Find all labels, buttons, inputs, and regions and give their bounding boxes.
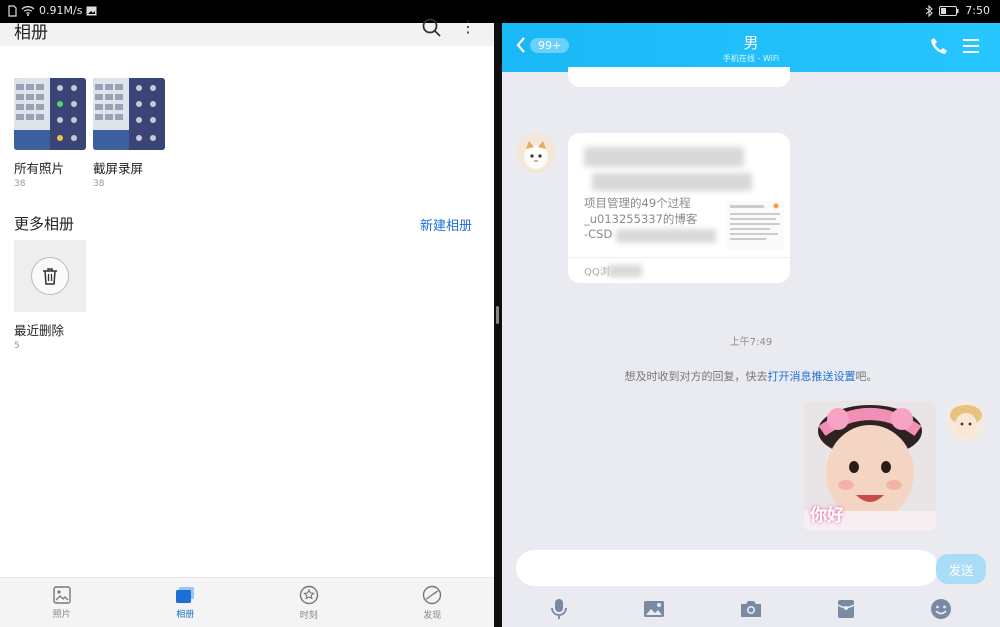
gallery-pane: 相册 ⋮ 所有照片 38 截屏录屏 38 更多相册 新建相册 最近删除 5 照片… [0,17,494,627]
image-icon[interactable] [643,600,665,618]
card-divider [568,257,790,258]
card-line: 项目管理的49个过程 [584,196,691,210]
card-line: -CSD [584,227,613,241]
album-count: 5 [14,341,20,351]
sim-card-icon [8,4,17,17]
blurred-text [592,173,752,191]
menu-icon[interactable] [962,38,980,54]
clock: 7:50 [965,4,990,17]
nav-label: 照片 [52,609,71,620]
album-count: 38 [14,179,26,189]
chat-pane: 99+ 男 手机在线 - WiFi 项目管理的49个过程 _u013255337… [502,23,1000,627]
message-composer: 发送 [516,550,986,586]
battery-icon [939,5,959,16]
discover-icon [423,585,442,604]
nav-tab-discover[interactable]: 发现 [371,578,495,627]
camera-icon[interactable] [740,600,762,618]
sticker-caption: 你好 [810,506,844,526]
new-album-button[interactable]: 新建相册 [420,215,472,234]
emoji-icon[interactable] [930,598,952,620]
album-thumbnail [14,240,86,312]
blurred-text [584,147,744,167]
album-count: 38 [93,179,105,189]
chat-header: 99+ 男 手机在线 - WiFi [502,23,1000,72]
nav-tab-moments[interactable]: 时刻 [247,578,371,627]
albums-icon [176,586,195,603]
gallery-header: 相册 ⋮ [0,17,494,46]
tip-text: 吧。 [855,370,878,383]
split-screen-divider[interactable] [494,23,502,627]
blurred-text [616,229,716,243]
album-thumbnail [93,78,165,150]
tip-text: 想及时收到对方的回复，快去 [624,370,768,383]
gallery-bottom-nav: 照片 相册 时刻 发现 [0,577,494,627]
nav-label: 时刻 [299,610,318,621]
gallery-title: 相册 [14,23,48,43]
album-name: 最近删除 [14,323,65,338]
album-name: 截屏录屏 [93,161,144,176]
album-all-photos[interactable]: 所有照片 38 [14,78,86,189]
microphone-icon[interactable] [550,598,568,620]
send-button[interactable]: 发送 [936,554,986,584]
search-icon[interactable] [422,18,442,38]
phone-icon[interactable] [930,37,948,55]
message-bubble-partial [568,67,790,87]
message-timestamp: 上午7:49 [729,337,773,348]
my-avatar[interactable] [946,401,986,441]
shared-link-card[interactable]: 项目管理的49个过程 _u013255337的博客 -CSD QQ浏 [568,133,790,283]
nav-tab-albums[interactable]: 相册 [124,578,248,627]
message-input[interactable] [516,550,938,586]
screen: 0.91M/s 7:50 相册 ⋮ 所有照片 38 截屏录屏 38 更多相册 新… [0,0,1000,627]
trash-icon [43,268,57,285]
link-preview-thumbnail [726,201,784,249]
network-speed: 0.91M/s [39,4,83,17]
chat-toolbar [502,591,1000,627]
bluetooth-icon [925,4,934,17]
blurred-text [608,265,642,277]
album-name: 所有照片 [14,161,65,176]
contact-name: 男 [743,34,759,52]
more-options-icon[interactable]: ⋮ [460,17,476,36]
sticker-message[interactable]: 你好 [804,401,936,531]
push-notification-tip: 想及时收到对方的回复，快去打开消息推送设置吧。 [502,368,1000,384]
wifi-icon [21,6,35,16]
album-recently-deleted[interactable]: 最近删除 5 [14,240,86,351]
moments-icon [299,585,318,604]
divider-handle[interactable] [496,306,499,324]
red-packet-icon[interactable] [837,599,855,619]
more-albums-title: 更多相册 [14,215,75,233]
album-screenshots[interactable]: 截屏录屏 38 [93,78,165,189]
contact-status: 手机在线 - WiFi [722,54,780,63]
nav-label: 发现 [423,610,442,621]
nav-tab-photos[interactable]: 照片 [0,578,124,627]
contact-avatar[interactable] [516,133,556,173]
photos-icon [53,585,71,604]
album-thumbnail [14,78,86,150]
status-bar: 0.91M/s 7:50 [0,0,1000,23]
image-notification-icon [86,6,97,15]
card-source: QQ浏 [584,267,610,278]
card-line: _u013255337的博客 [584,212,698,226]
open-push-settings-link[interactable]: 打开消息推送设置 [768,370,856,383]
nav-label: 相册 [176,609,195,620]
